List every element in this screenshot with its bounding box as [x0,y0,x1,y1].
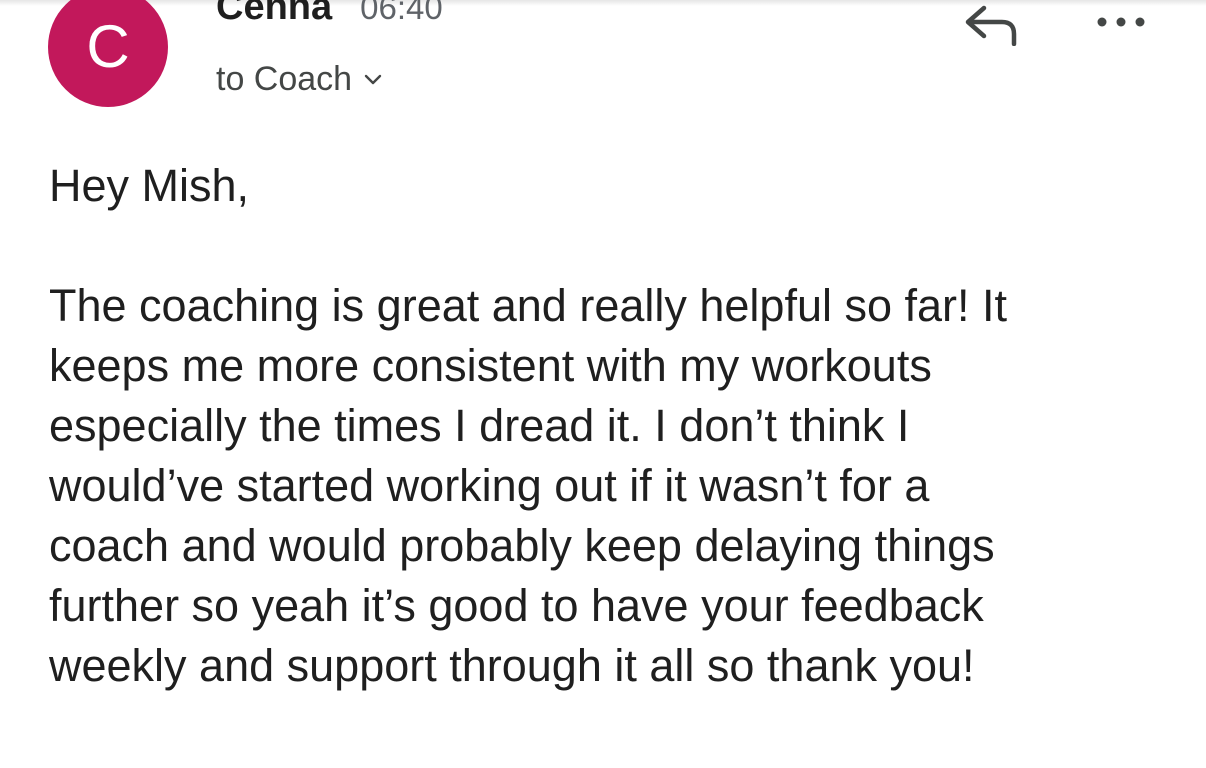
message-greeting: Hey Mish, [49,160,250,211]
avatar-letter: C [86,13,130,80]
message-body: Hey Mish, The coaching is great and real… [49,156,1159,756]
chevron-down-icon [364,74,382,84]
recipient-toggle[interactable]: to Coach [216,60,382,99]
message-paragraph: The coaching is great and really helpful… [49,280,1008,691]
sender-name[interactable]: Cenna [216,0,332,29]
top-bar-shadow [0,0,1206,6]
more-options-icon[interactable] [1094,10,1148,34]
recipient-label: to Coach [216,60,353,98]
email-view: C Cenna 06:40 to Coach Hey Mish, The coa… [0,0,1206,768]
message-time: 06:40 [360,0,443,26]
reply-icon[interactable] [962,2,1020,46]
sender-avatar[interactable]: C [48,0,168,107]
sender-row: Cenna 06:40 [216,0,443,29]
